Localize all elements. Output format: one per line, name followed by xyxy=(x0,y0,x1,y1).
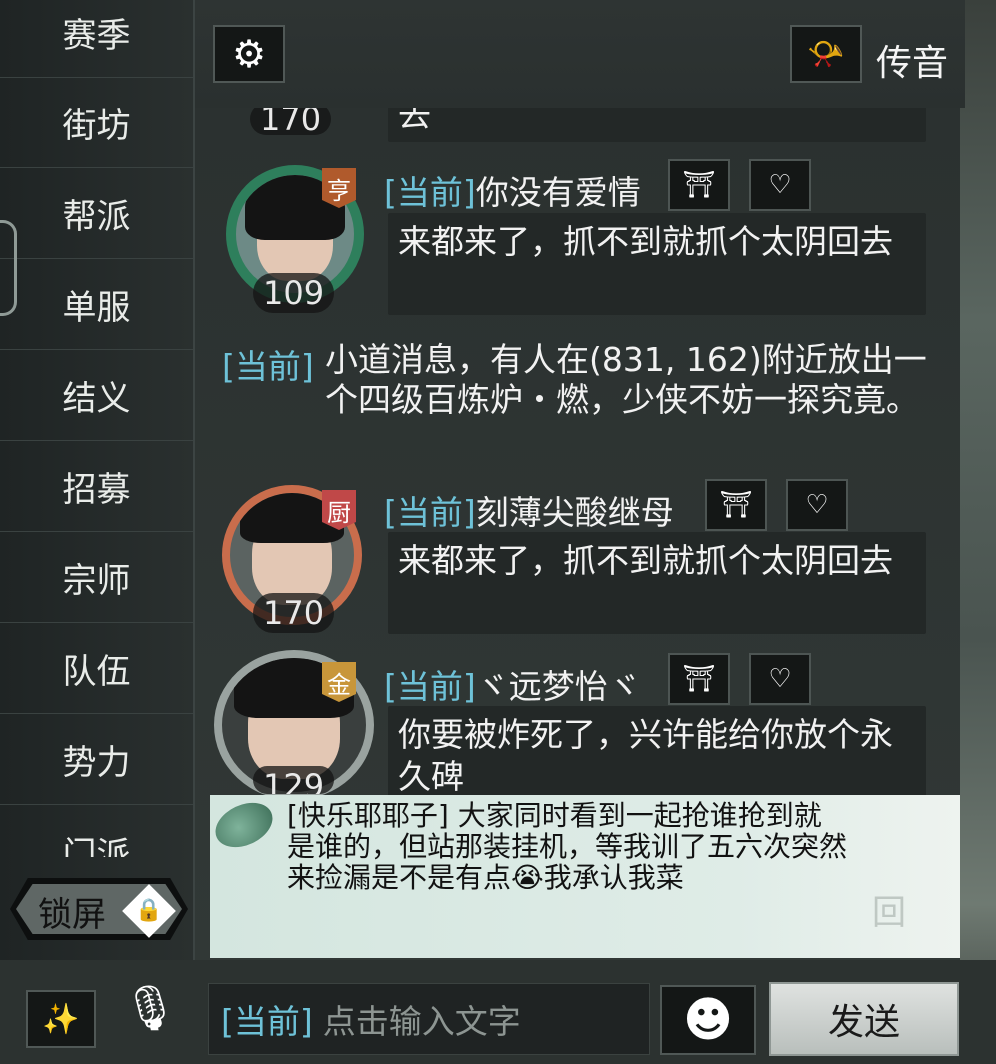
sidebar-item-label: 队伍 xyxy=(62,651,131,692)
visit-home-button[interactable]: ⛩ xyxy=(668,159,730,211)
sidebar-collapse-handle[interactable] xyxy=(0,220,17,316)
sidebar-item-faction[interactable]: 势力 xyxy=(0,714,193,805)
rank-badge: 金 xyxy=(322,662,356,702)
channel-tag: [当前] xyxy=(384,667,476,706)
sidebar-item-label: 帮派 xyxy=(62,196,131,237)
sidebar-item-label: 街坊 xyxy=(62,105,131,146)
input-placeholder: 点击输入文字 xyxy=(322,1002,521,1041)
sidebar-item-label: 招募 xyxy=(62,469,131,510)
microphone-icon[interactable]: 🎙 xyxy=(122,982,178,1052)
sidebar-item-recruit[interactable]: 招募 xyxy=(0,441,193,532)
gear-icon: ⚙ xyxy=(231,32,267,76)
background-scenery xyxy=(960,0,996,1064)
sidebar-item-master[interactable]: 宗师 xyxy=(0,532,193,623)
heart-scroll-icon: ♡ xyxy=(768,170,792,200)
sender-name[interactable]: [当前]ヾ远梦怡ヾ xyxy=(384,660,641,708)
message-text: 你要被炸死了，兴许能给你放个永久碑 xyxy=(398,715,893,796)
sidebar-item-label: 势力 xyxy=(62,742,131,783)
channel-tag: [当前] xyxy=(384,173,476,212)
sidebar-item-label: 门派 xyxy=(62,835,131,857)
level-badge: 109 xyxy=(253,273,335,313)
broadcast-popup-text: [快乐耶耶子] 大家同时看到一起抢谁抢到就是谁的，但站那装挂机，等我训了五六次突… xyxy=(287,799,848,894)
sidebar-item-label: 单服 xyxy=(62,287,131,328)
sidebar-item-sect[interactable]: 门派 xyxy=(0,805,193,857)
sender-name-text: 刻薄尖酸继母 xyxy=(475,493,674,532)
lock-screen-label: 锁屏 xyxy=(38,895,106,935)
system-message-text: 小道消息，有人在(831, 162)附近放出一个四级百炼炉・燃，少侠不妨一探究竟… xyxy=(325,340,927,419)
sidebar-item-label: 赛季 xyxy=(62,15,131,56)
heart-scroll-icon: ♡ xyxy=(805,490,829,520)
sidebar-item-server[interactable]: 单服 xyxy=(0,259,193,350)
house-icon: ⛩ xyxy=(682,170,716,200)
channel-tag: [当前] xyxy=(221,1002,313,1041)
profile-card-button[interactable]: ♡ xyxy=(786,479,848,531)
message-text: 来都来了，抓不到就抓个太阴回去 xyxy=(398,222,893,261)
house-icon: ⛩ xyxy=(682,664,716,694)
sidebar-item-team[interactable]: 队伍 xyxy=(0,623,193,714)
channel-tag: [当前] xyxy=(222,347,314,386)
smiley-icon: ☻ xyxy=(682,992,734,1048)
broadcast-label: 传音 xyxy=(876,43,949,84)
emoji-button[interactable]: ☻ xyxy=(660,985,756,1055)
channel-tag: [当前] xyxy=(384,493,476,532)
partial-text: 回 xyxy=(872,893,906,933)
rank-badge: 厨 xyxy=(322,490,356,530)
level-badge: 170 xyxy=(253,593,335,633)
visit-home-button[interactable]: ⛩ xyxy=(705,479,767,531)
profile-card-button[interactable]: ♡ xyxy=(749,159,811,211)
house-icon: ⛩ xyxy=(719,490,753,520)
settings-button[interactable]: ⚙ xyxy=(213,25,285,83)
sidebar-item-label: 结义 xyxy=(62,378,131,419)
sidebar-item-season[interactable]: 赛季 xyxy=(0,0,193,78)
broadcast-button[interactable]: 📯 xyxy=(790,25,862,83)
sidebar-item-sworn[interactable]: 结义 xyxy=(0,350,193,441)
send-button[interactable]: 发送 xyxy=(769,982,959,1056)
sender-name-text: 你没有爱情 xyxy=(475,173,641,212)
message-bubble: 你要被炸死了，兴许能给你放个永久碑 xyxy=(388,706,926,798)
message-bubble: 来都来了，抓不到就抓个太阴回去 xyxy=(388,532,926,634)
rank-badge: 亨 xyxy=(322,168,356,208)
channel-sidebar: 赛季 街坊 帮派 单服 结义 招募 宗师 队伍 势力 门派 xyxy=(0,0,195,960)
sidebar-item-neighborhood[interactable]: 街坊 xyxy=(0,77,193,168)
padlock-icon: 🔒 xyxy=(122,884,176,938)
visit-home-button[interactable]: ⛩ xyxy=(668,653,730,705)
magic-wand-icon: ✨ xyxy=(42,1001,80,1037)
level-badge: 129 xyxy=(253,766,335,794)
sidebar-item-guild[interactable]: 帮派 xyxy=(0,168,193,259)
sender-name[interactable]: [当前]刻薄尖酸继母 xyxy=(384,486,674,534)
message-text: 来都来了，抓不到就抓个太阴回去 xyxy=(398,541,893,580)
sender-name[interactable]: [当前]你没有爱情 xyxy=(384,166,641,214)
profile-card-button[interactable]: ♡ xyxy=(749,653,811,705)
sidebar-item-label: 宗师 xyxy=(62,560,131,601)
heart-scroll-icon: ♡ xyxy=(768,664,792,694)
sender-name-text: ヾ远梦怡ヾ xyxy=(475,667,641,706)
message-bubble: 来都来了，抓不到就抓个太阴回去 xyxy=(388,213,926,315)
horn-icon: 📯 xyxy=(807,36,845,72)
chat-input[interactable]: [当前] 点击输入文字 xyxy=(208,983,650,1055)
quick-phrase-button[interactable]: ✨ xyxy=(26,990,96,1048)
